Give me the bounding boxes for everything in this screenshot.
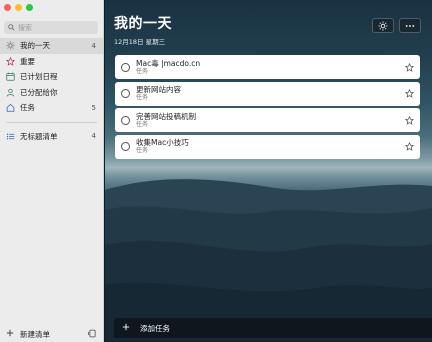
background-dunes-image xyxy=(105,179,432,342)
calendar-icon xyxy=(6,72,15,81)
task-text: 完善网站投稿机制 任务 xyxy=(136,112,404,129)
star-icon[interactable] xyxy=(404,115,414,125)
complete-checkbox[interactable] xyxy=(121,142,130,151)
zoom-window-button[interactable] xyxy=(26,4,33,11)
list-icon xyxy=(6,132,15,141)
ellipsis-icon xyxy=(405,24,415,27)
task-item[interactable]: 收集Mac小技巧 任务 xyxy=(115,134,420,159)
search-input[interactable] xyxy=(18,23,96,32)
lightbulb-sun-icon xyxy=(378,21,388,30)
main-pane: 我的一天 12月18日 星期三 Mac毒 |macdo.cn 任务 更新网站内容… xyxy=(105,0,432,342)
minimize-window-button[interactable] xyxy=(15,4,22,11)
plus-icon xyxy=(6,329,14,339)
add-task-bar[interactable]: 添加任务 xyxy=(114,318,432,338)
sidebar-item-count: 4 xyxy=(91,41,96,50)
star-icon[interactable] xyxy=(404,142,414,152)
date-subtitle: 12月18日 星期三 xyxy=(114,38,166,46)
search-icon xyxy=(8,24,15,31)
sidebar-item-assigned[interactable]: 已分配给你 xyxy=(0,85,103,101)
person-icon xyxy=(6,88,15,97)
close-window-button[interactable] xyxy=(4,4,11,11)
sidebar-item-untitled-list[interactable]: 无标题清单 4 xyxy=(0,129,103,145)
task-title: Mac毒 |macdo.cn xyxy=(136,58,201,68)
task-list-name: 任务 xyxy=(136,147,149,154)
plus-icon xyxy=(122,323,130,333)
sidebar-item-label: 任务 xyxy=(20,103,35,113)
window-controls xyxy=(4,4,33,11)
star-icon xyxy=(6,56,15,66)
complete-checkbox[interactable] xyxy=(121,115,130,125)
sidebar-item-my-day[interactable]: 我的一天 4 xyxy=(0,38,103,54)
sidebar-item-label: 无标题清单 xyxy=(20,131,58,141)
task-title: 收集Mac小技巧 xyxy=(136,138,189,147)
task-list-name: 任务 xyxy=(136,120,149,128)
sidebar-divider xyxy=(6,121,97,123)
task-item[interactable]: 完善网站投稿机制 任务 xyxy=(115,108,420,132)
task-text: Mac毒 |macdo.cn 任务 xyxy=(136,59,404,76)
sidebar-item-label: 已分配给你 xyxy=(20,87,58,97)
sidebar-item-label: 已计划日程 xyxy=(20,72,58,82)
complete-checkbox[interactable] xyxy=(121,62,130,72)
new-list-label: 新建清单 xyxy=(20,329,50,339)
sidebar-item-important[interactable]: 重要 xyxy=(0,54,103,70)
list-header: 我的一天 12月18日 星期三 xyxy=(114,13,172,46)
task-list-name: 任务 xyxy=(136,94,149,101)
task-item[interactable]: 更新网站内容 任务 xyxy=(115,81,420,106)
sidebar-item-count: 4 xyxy=(91,132,96,141)
search-box[interactable] xyxy=(4,21,98,34)
task-list-name: 任务 xyxy=(136,67,149,75)
task-text: 收集Mac小技巧 任务 xyxy=(136,138,404,155)
sidebar-item-count: 5 xyxy=(91,103,96,112)
add-task-label: 添加任务 xyxy=(140,323,170,333)
home-icon xyxy=(6,103,15,112)
sidebar-item-label: 我的一天 xyxy=(20,41,50,51)
sidebar: 我的一天 4 重要 已计划日程 xyxy=(0,0,104,342)
sidebar-item-label: 重要 xyxy=(20,56,35,66)
star-icon[interactable] xyxy=(404,62,414,72)
task-title: 更新网站内容 xyxy=(136,85,181,94)
more-options-button[interactable] xyxy=(399,18,421,33)
task-text: 更新网站内容 任务 xyxy=(136,85,404,102)
new-list-button[interactable]: 新建清单 xyxy=(0,326,103,342)
sidebar-item-planned[interactable]: 已计划日程 xyxy=(0,69,103,85)
page-title: 我的一天 xyxy=(114,16,172,32)
sun-icon xyxy=(6,41,15,50)
sidebar-item-tasks[interactable]: 任务 5 xyxy=(0,100,103,116)
sidebar-nav: 我的一天 4 重要 已计划日程 已分配给你 任务 5 无标题清单 4 xyxy=(0,38,103,144)
task-item[interactable]: Mac毒 |macdo.cn 任务 xyxy=(115,55,420,79)
complete-checkbox[interactable] xyxy=(121,89,130,98)
star-icon[interactable] xyxy=(404,89,414,99)
new-group-icon[interactable] xyxy=(88,329,97,340)
task-list: Mac毒 |macdo.cn 任务 更新网站内容 任务 完善网站投稿机制 任务 xyxy=(115,55,420,161)
suggestions-button[interactable] xyxy=(372,18,394,33)
task-title: 完善网站投稿机制 xyxy=(136,111,196,121)
